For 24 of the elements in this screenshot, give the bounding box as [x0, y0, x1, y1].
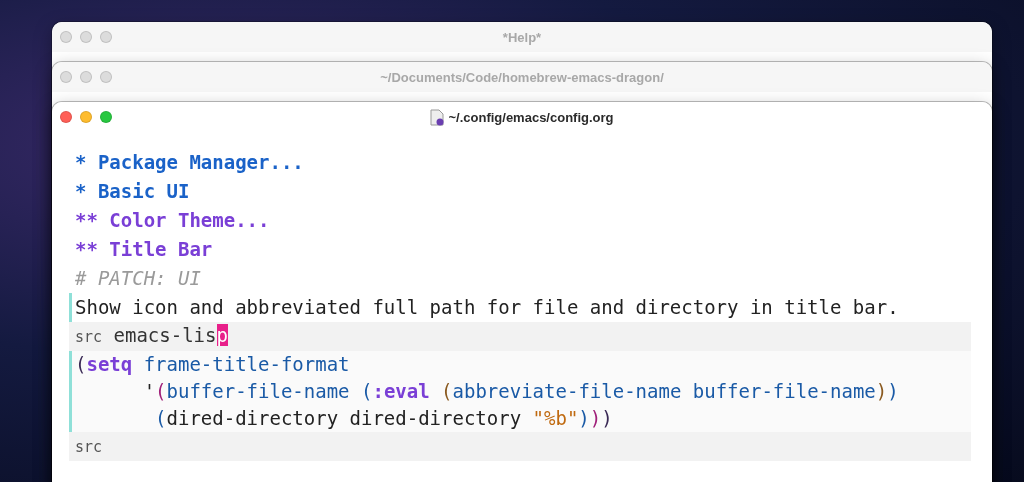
- close-button[interactable]: [60, 111, 72, 123]
- code-line: '(buffer-file-name (:eval (abbreviate-file-name buffer-file-name)): [142, 379, 899, 404]
- window-title: ~/.config/emacs/config.org: [448, 109, 614, 125]
- heading-line: ** Title Bar: [74, 237, 213, 262]
- close-button[interactable]: [60, 31, 72, 43]
- comment-line: # PATCH: UI: [74, 266, 201, 291]
- heading-line: * Basic UI: [74, 179, 190, 204]
- zoom-button[interactable]: [100, 31, 112, 43]
- minimize-button[interactable]: [80, 111, 92, 123]
- window-title: ~/Documents/Code/homebrew-emacs-dragon/: [380, 69, 664, 85]
- language-name: emacs-lis: [113, 324, 217, 346]
- minimize-button[interactable]: [80, 71, 92, 83]
- minimize-button[interactable]: [80, 31, 92, 43]
- code-line: (dired-directory dired-directory "%b"))): [154, 406, 613, 431]
- heading-line: * Package Manager...: [74, 150, 304, 175]
- text-cursor: p: [216, 324, 228, 346]
- zoom-button[interactable]: [100, 111, 112, 123]
- src-keyword: src: [75, 328, 103, 346]
- code-line: (setq frame-title-format: [74, 352, 350, 377]
- window-title: *Help*: [502, 29, 542, 45]
- src-keyword: src: [75, 438, 103, 456]
- heading-line: ** Color Theme...: [74, 208, 270, 233]
- close-button[interactable]: [60, 71, 72, 83]
- zoom-button[interactable]: [100, 71, 112, 83]
